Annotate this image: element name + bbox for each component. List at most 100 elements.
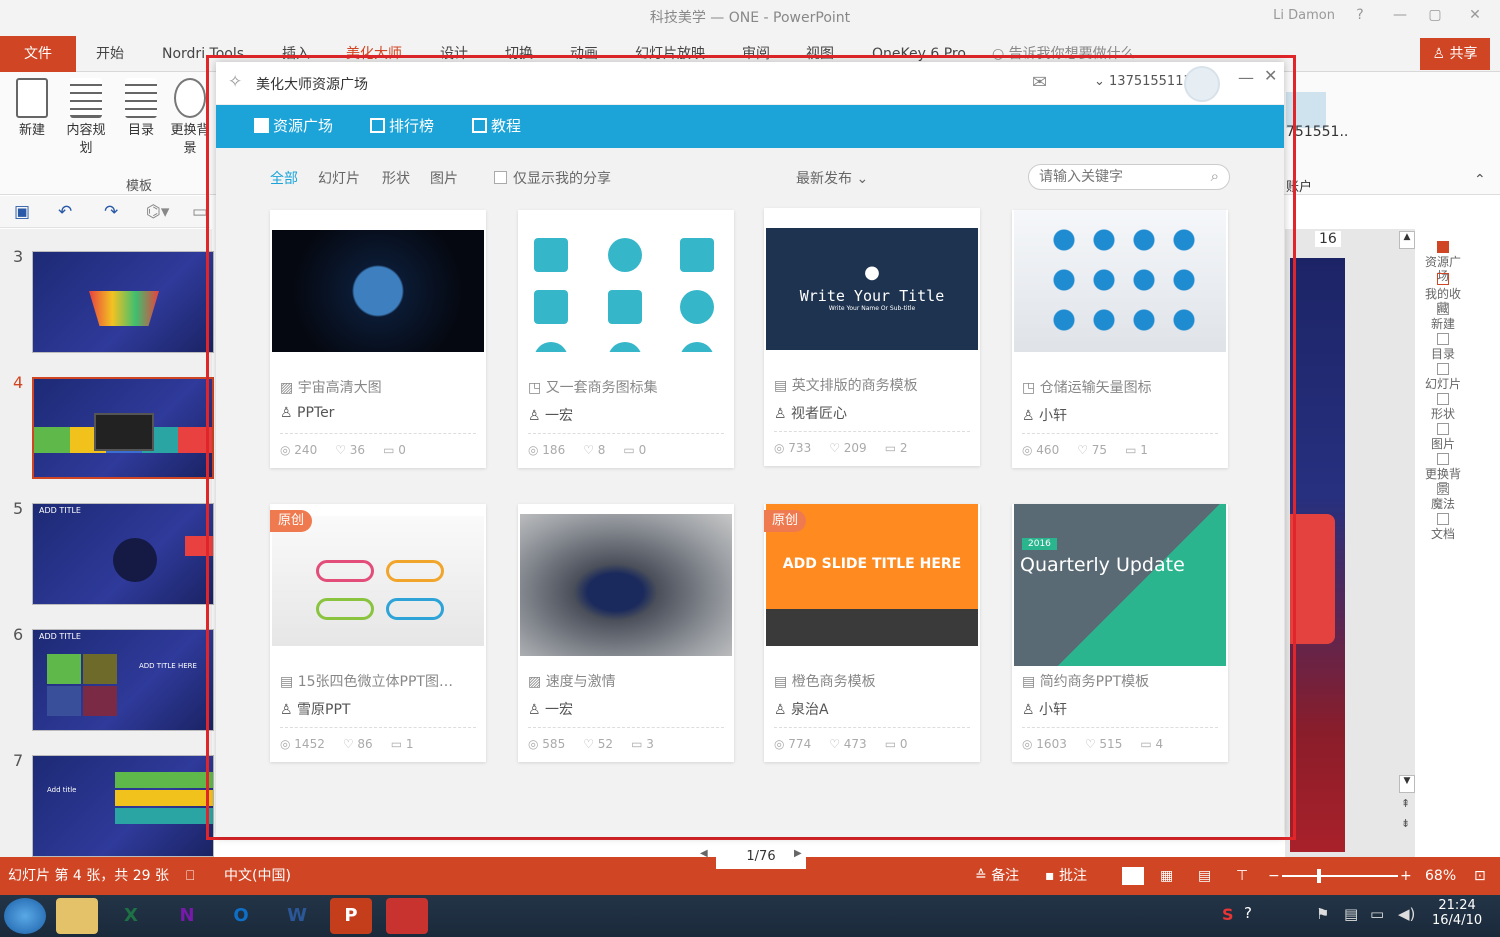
zoom-level[interactable]: 68%: [1425, 857, 1456, 895]
likes[interactable]: ♡ 75: [1077, 443, 1107, 457]
filter-slides[interactable]: 幻灯片: [318, 168, 360, 188]
excel-icon[interactable]: X: [110, 898, 152, 934]
meihua-icon[interactable]: [386, 898, 428, 934]
sort-dropdown[interactable]: 最新发布 ⌄: [796, 168, 868, 188]
explorer-icon[interactable]: [56, 898, 98, 934]
likes[interactable]: ♡ 52: [583, 737, 613, 751]
next-page-button[interactable]: ▶: [794, 848, 802, 859]
filter-shapes[interactable]: 形状: [382, 168, 410, 188]
nav-tutorial[interactable]: 教程: [472, 105, 521, 148]
resource-card[interactable]: ADD SLIDE TITLE HERE 原创 ▤ 橙色商务模板 ♙ 泉治A ◎…: [764, 504, 980, 762]
likes[interactable]: ♡ 515: [1085, 737, 1122, 751]
toc-button[interactable]: 目录: [116, 78, 166, 140]
page-indicator[interactable]: 1/76: [716, 845, 806, 869]
clock[interactable]: 21:24 16/4/10: [1432, 898, 1482, 928]
side-slides[interactable]: 幻灯片: [1420, 363, 1466, 391]
comments[interactable]: ▭ 1: [1125, 443, 1148, 457]
search-box[interactable]: ⌕: [1028, 164, 1230, 190]
dialog-close-button[interactable]: ✕: [1264, 66, 1277, 85]
slide-thumbnail-5[interactable]: ADD TITLE: [32, 503, 214, 605]
slide-thumbnail-3[interactable]: [32, 251, 214, 353]
side-shapes[interactable]: 形状: [1420, 393, 1466, 421]
sorter-view-icon[interactable]: ▦: [1160, 857, 1173, 895]
customize-icon[interactable]: ⌬▾: [146, 202, 169, 222]
likes[interactable]: ♡ 473: [829, 737, 866, 751]
resource-card[interactable]: ● Write Your Title Write Your Name Or Su…: [764, 208, 980, 466]
scroll-down-button[interactable]: ▼: [1399, 775, 1415, 793]
nav-ranking[interactable]: 排行榜: [370, 105, 434, 148]
undo-icon[interactable]: ↶: [58, 202, 72, 222]
save-icon[interactable]: ▣: [14, 202, 30, 222]
normal-view-icon[interactable]: [1122, 867, 1144, 885]
comments[interactable]: ▭ 2: [885, 441, 908, 455]
nav-resource-plaza[interactable]: 资源广场: [254, 105, 333, 148]
new-button[interactable]: 新建: [7, 78, 57, 140]
prev-slide-icon[interactable]: ⇞: [1401, 797, 1410, 810]
slide-thumbnail-6[interactable]: ADD TITLE ADD TITLE HERE: [32, 629, 214, 731]
search-input[interactable]: [1039, 168, 1199, 186]
network-icon[interactable]: ▭: [1370, 905, 1384, 923]
scroll-up-button[interactable]: ▲: [1399, 231, 1415, 249]
comments[interactable]: ▭ 0: [885, 737, 908, 751]
zoom-in-icon[interactable]: +: [1400, 857, 1412, 895]
only-mine-checkbox[interactable]: 仅显示我的分享: [494, 168, 611, 188]
zoom-out-icon[interactable]: −: [1268, 857, 1280, 895]
resource-card[interactable]: ▨ 速度与激情 ♙ 一宏 ◎ 585 ♡ 52 ▭ 3: [518, 504, 734, 762]
sogou-icon[interactable]: S: [1222, 905, 1234, 924]
filter-images[interactable]: 图片: [430, 168, 458, 188]
collapse-ribbon-icon[interactable]: ⌃: [1474, 172, 1486, 188]
zoom-slider-thumb[interactable]: [1317, 869, 1321, 883]
resource-card[interactable]: ◳ 仓储运输矢量图标 ♙ 小轩 ◎ 460 ♡ 75 ▭ 1: [1012, 210, 1228, 468]
onenote-icon[interactable]: N: [166, 898, 208, 934]
search-icon[interactable]: ⌕: [1211, 167, 1219, 185]
side-document[interactable]: 文档: [1420, 513, 1466, 541]
language[interactable]: 中文(中国): [224, 857, 291, 895]
filter-all[interactable]: 全部: [270, 168, 298, 188]
side-images[interactable]: 图片: [1420, 423, 1466, 451]
slideshow-view-icon[interactable]: ⊤: [1236, 857, 1248, 895]
tab-file[interactable]: 文件: [0, 36, 76, 72]
outlook-icon[interactable]: O: [220, 898, 262, 934]
help-tray-icon[interactable]: ?: [1244, 904, 1252, 922]
likes[interactable]: ♡ 8: [583, 443, 605, 457]
mail-icon[interactable]: ✉: [1032, 72, 1047, 93]
resource-card[interactable]: 原创 ▤ 15张四色微立体PPT图… ♙ 雪原PPT ◎ 1452 ♡ 86 ▭ 1: [270, 504, 486, 762]
comments[interactable]: ▭ 3: [631, 737, 654, 751]
close-button[interactable]: ✕: [1455, 0, 1495, 30]
likes[interactable]: ♡ 209: [829, 441, 866, 455]
zoom-slider[interactable]: [1282, 875, 1398, 877]
redo-icon[interactable]: ↷: [104, 202, 118, 222]
likes[interactable]: ♡ 86: [343, 737, 373, 751]
notes-button[interactable]: ≙ 备注: [975, 857, 1019, 895]
clipboard-icon[interactable]: ▤: [1344, 905, 1358, 923]
flag-icon[interactable]: ⚑: [1316, 905, 1329, 923]
dialog-minimize-button[interactable]: —: [1238, 68, 1254, 87]
tab-home[interactable]: 开始: [96, 36, 124, 72]
content-plan-button[interactable]: 内容规划: [61, 78, 111, 158]
slide-canvas[interactable]: [1290, 258, 1345, 852]
prev-page-button[interactable]: ◀: [700, 848, 708, 859]
resource-card[interactable]: 2016 Quarterly Update ▤ 简约商务PPT模板 ♙ 小轩 ◎…: [1012, 504, 1228, 762]
reading-view-icon[interactable]: ▤: [1198, 857, 1211, 895]
likes[interactable]: ♡ 36: [335, 443, 365, 457]
user-name[interactable]: Li Damon: [1273, 0, 1335, 32]
avatar[interactable]: [1184, 66, 1220, 102]
side-magic[interactable]: 魔法: [1420, 483, 1466, 511]
word-icon[interactable]: W: [276, 898, 318, 934]
start-button[interactable]: [4, 898, 46, 934]
comments[interactable]: ▭ 1: [391, 737, 414, 751]
spellcheck-icon[interactable]: ⎕: [186, 857, 194, 895]
resource-card[interactable]: ◳ 又一套商务图标集 ♙ 一宏 ◎ 186 ♡ 8 ▭ 0: [518, 210, 734, 468]
minimize-button[interactable]: —: [1380, 0, 1420, 30]
resource-card[interactable]: ▨ 宇宙高清大图 ♙ PPTer ◎ 240 ♡ 36 ▭ 0: [270, 210, 486, 468]
slide-thumbnail-4[interactable]: [32, 377, 214, 479]
change-bg-button[interactable]: 更换背景: [170, 78, 210, 158]
share-button[interactable]: ♙ 共享: [1420, 38, 1490, 70]
side-toc[interactable]: 目录: [1420, 333, 1466, 361]
comments[interactable]: ▭ 4: [1140, 737, 1163, 751]
side-new[interactable]: 新建: [1420, 303, 1466, 331]
slide-thumbnail-7[interactable]: Add title: [32, 755, 214, 857]
restore-button[interactable]: ▢: [1415, 0, 1455, 30]
account-menu[interactable]: ⌄ 1375155113: [1094, 74, 1192, 89]
comments-button[interactable]: ▪ 批注: [1045, 857, 1087, 895]
